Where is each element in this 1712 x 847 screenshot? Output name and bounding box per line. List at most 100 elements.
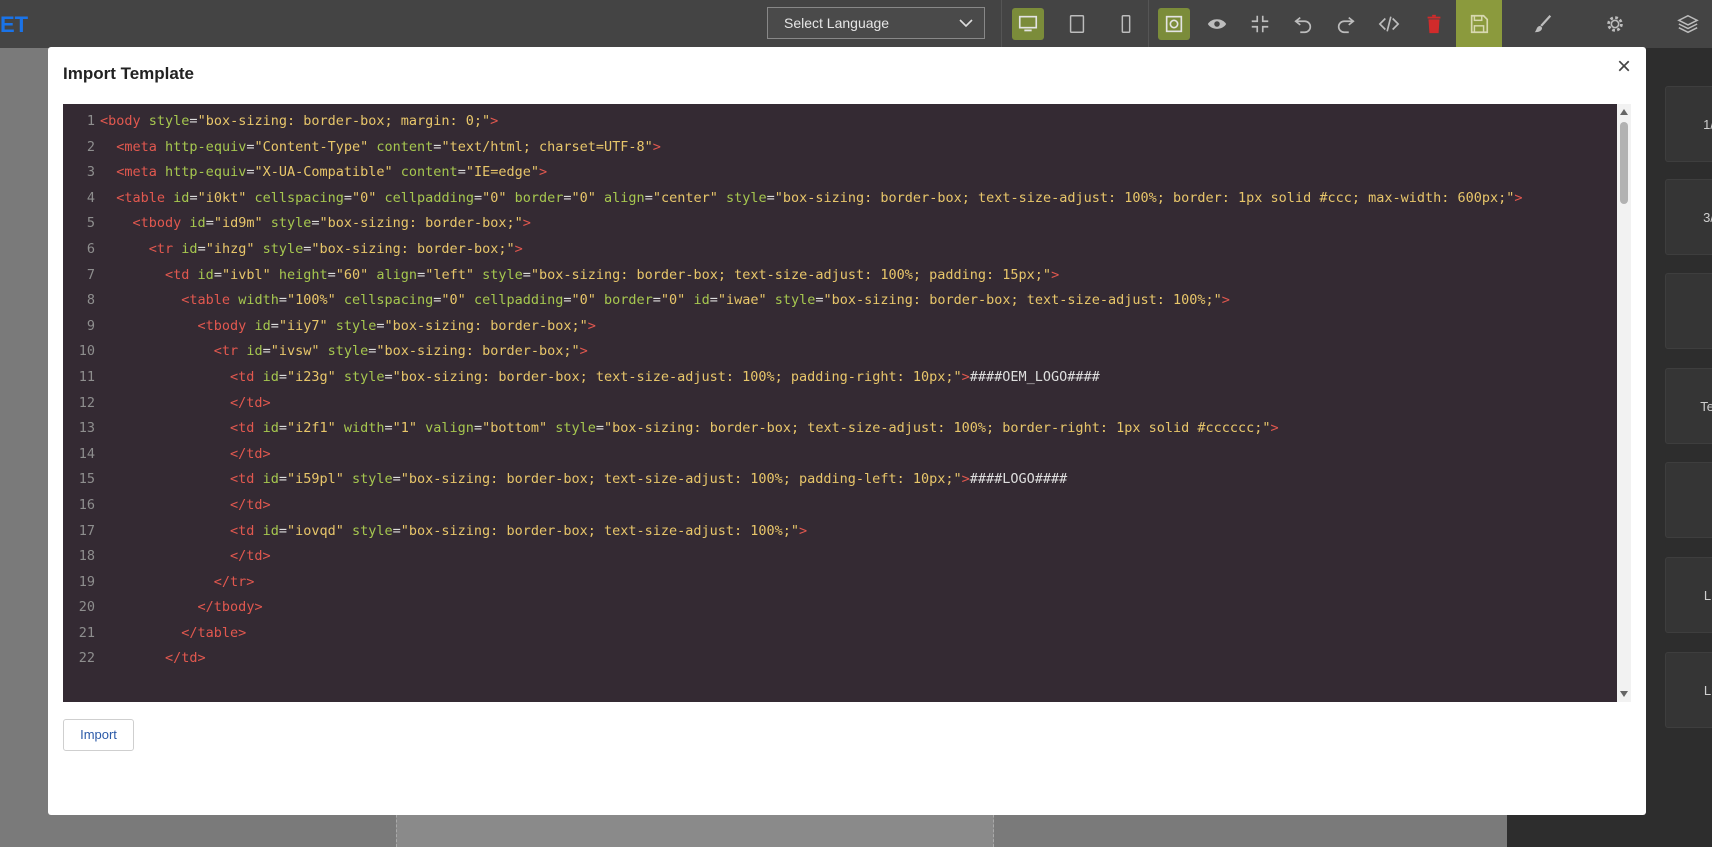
eye-icon[interactable] (1201, 8, 1233, 40)
line-number: 9 (86, 317, 95, 334)
line-number: 18 (78, 548, 95, 565)
line-number: 19 (78, 573, 95, 590)
line-text: <meta http-equiv="Content-Type" content=… (116, 138, 661, 155)
line-number: 5 (86, 215, 95, 232)
import-template-modal: Import Template × 1 <body style="box-sizi… (48, 47, 1646, 815)
brush-icon[interactable] (1527, 8, 1559, 40)
line-number: 15 (78, 471, 95, 488)
line-number: 22 (78, 650, 95, 667)
line-number: 10 (78, 343, 95, 360)
line-text: <tr id="ihzg" style="box-sizing: border-… (148, 240, 523, 257)
line-text: <body style="box-sizing: border-box; mar… (100, 113, 499, 129)
line-text: </td> (230, 496, 271, 513)
code-line[interactable]: 19 </tr> (63, 570, 1613, 596)
panel-block[interactable]: 3/ (1665, 179, 1712, 255)
line-text: </td> (230, 548, 271, 565)
language-select-value: Select Language (784, 15, 890, 31)
code-line[interactable]: 18 </td> (63, 544, 1613, 570)
line-number: 14 (78, 445, 95, 462)
scroll-up-icon[interactable] (1620, 109, 1628, 115)
brand-logo: ET (0, 12, 29, 37)
line-number: 3 (86, 164, 95, 181)
panel-block[interactable] (1665, 462, 1712, 538)
modal-title: Import Template (63, 64, 194, 83)
line-text: </td> (230, 445, 271, 462)
code-line[interactable]: 6 <tr id="ihzg" style="box-sizing: borde… (63, 237, 1613, 263)
fullscreen-exit-icon[interactable] (1244, 8, 1276, 40)
line-text: <meta http-equiv="X-UA-Compatible" conte… (116, 164, 548, 181)
undo-icon[interactable] (1287, 8, 1319, 40)
code-line[interactable]: 5 <tbody id="id9m" style="box-sizing: bo… (63, 211, 1613, 237)
tablet-icon[interactable] (1061, 8, 1093, 40)
outline-icon[interactable] (1158, 8, 1190, 40)
code-line[interactable]: 2 <meta http-equiv="Content-Type" conten… (63, 135, 1613, 161)
line-number: 1 (86, 113, 95, 129)
line-number: 13 (78, 420, 95, 437)
line-text: <tbody id="id9m" style="box-sizing: bord… (132, 215, 531, 232)
line-number: 2 (86, 138, 95, 155)
save-icon[interactable] (1456, 0, 1502, 48)
line-text: <table id="i0kt" cellspacing="0" cellpad… (116, 189, 1523, 206)
code-line[interactable]: 22 </td> (63, 646, 1613, 672)
line-text: </td> (165, 650, 206, 667)
code-line[interactable]: 10 <tr id="ivsw" style="box-sizing: bord… (63, 339, 1613, 365)
code-icon[interactable] (1373, 8, 1405, 40)
import-button[interactable]: Import (63, 719, 134, 751)
desktop-icon[interactable] (1012, 8, 1044, 40)
line-text: </tr> (213, 573, 255, 590)
code-line[interactable]: 4 <table id="i0kt" cellspacing="0" cellp… (63, 186, 1613, 212)
line-text: <td id="i23g" style="box-sizing: border-… (230, 368, 1100, 385)
gear-icon[interactable] (1599, 8, 1631, 40)
panel-block[interactable]: 1/ (1665, 86, 1712, 162)
chevron-down-icon (959, 19, 973, 28)
line-number: 21 (78, 624, 95, 641)
line-number: 4 (86, 189, 95, 206)
redo-icon[interactable] (1330, 8, 1362, 40)
code-line[interactable]: 14 </td> (63, 442, 1613, 468)
line-number: 17 (78, 522, 95, 539)
code-line[interactable]: 13 <td id="i2f1" width="1" valign="botto… (63, 416, 1613, 442)
editor-scrollbar[interactable] (1617, 104, 1631, 702)
code-line[interactable]: 7 <td id="ivbl" height="60" align="left"… (63, 263, 1613, 289)
line-number: 20 (78, 599, 95, 616)
panel-block[interactable]: Li (1665, 652, 1712, 728)
scroll-down-icon[interactable] (1620, 691, 1628, 697)
line-text: <table width="100%" cellspacing="0" cell… (181, 292, 1230, 309)
line-number: 6 (86, 240, 95, 257)
code-editor[interactable]: 1 <body style="box-sizing: border-box; ma… (63, 104, 1631, 702)
line-number: 8 (86, 292, 95, 309)
line-number: 7 (86, 266, 95, 283)
scroll-thumb[interactable] (1620, 122, 1628, 204)
line-text: <td id="iovqd" style="box-sizing: border… (230, 522, 808, 539)
code-line[interactable]: 1 <body style="box-sizing: border-box; ma… (63, 109, 1613, 135)
line-text: <tbody id="iiy7" style="box-sizing: bord… (197, 317, 596, 334)
panel-block[interactable]: Li (1665, 557, 1712, 633)
panel-block[interactable] (1665, 273, 1712, 349)
line-text: <td id="i59pl" style="box-sizing: border… (230, 471, 1068, 488)
code-line[interactable]: 15 <td id="i59pl" style="box-sizing: bor… (63, 467, 1613, 493)
language-select[interactable]: Select Language (767, 7, 985, 39)
code-line[interactable]: 9 <tbody id="iiy7" style="box-sizing: bo… (63, 314, 1613, 340)
line-text: </td> (230, 394, 271, 411)
code-line[interactable]: 21 </table> (63, 621, 1613, 647)
code-line[interactable]: 8 <table width="100%" cellspacing="0" ce… (63, 288, 1613, 314)
code-line[interactable]: 11 <td id="i23g" style="box-sizing: bord… (63, 365, 1613, 391)
code-lines[interactable]: 1 <body style="box-sizing: border-box; ma… (63, 109, 1613, 672)
line-text: </tbody> (197, 599, 263, 616)
line-number: 16 (78, 496, 95, 513)
panel-block[interactable]: Te (1665, 368, 1712, 444)
line-number: 12 (78, 394, 95, 411)
code-line[interactable]: 20 </tbody> (63, 595, 1613, 621)
line-text: <td id="i2f1" width="1" valign="bottom" … (230, 420, 1279, 437)
line-text: </table> (181, 624, 247, 641)
line-text: <td id="ivbl" height="60" align="left" s… (165, 266, 1060, 283)
code-line[interactable]: 17 <td id="iovqd" style="box-sizing: bor… (63, 519, 1613, 545)
code-line[interactable]: 3 <meta http-equiv="X-UA-Compatible" con… (63, 160, 1613, 186)
close-icon[interactable]: × (1612, 55, 1636, 79)
code-line[interactable]: 12 </td> (63, 391, 1613, 417)
mobile-icon[interactable] (1110, 8, 1142, 40)
line-text: <tr id="ivsw" style="box-sizing: border-… (213, 343, 588, 360)
trash-icon[interactable] (1418, 8, 1450, 40)
layers-icon[interactable] (1672, 8, 1704, 40)
code-line[interactable]: 16 </td> (63, 493, 1613, 519)
